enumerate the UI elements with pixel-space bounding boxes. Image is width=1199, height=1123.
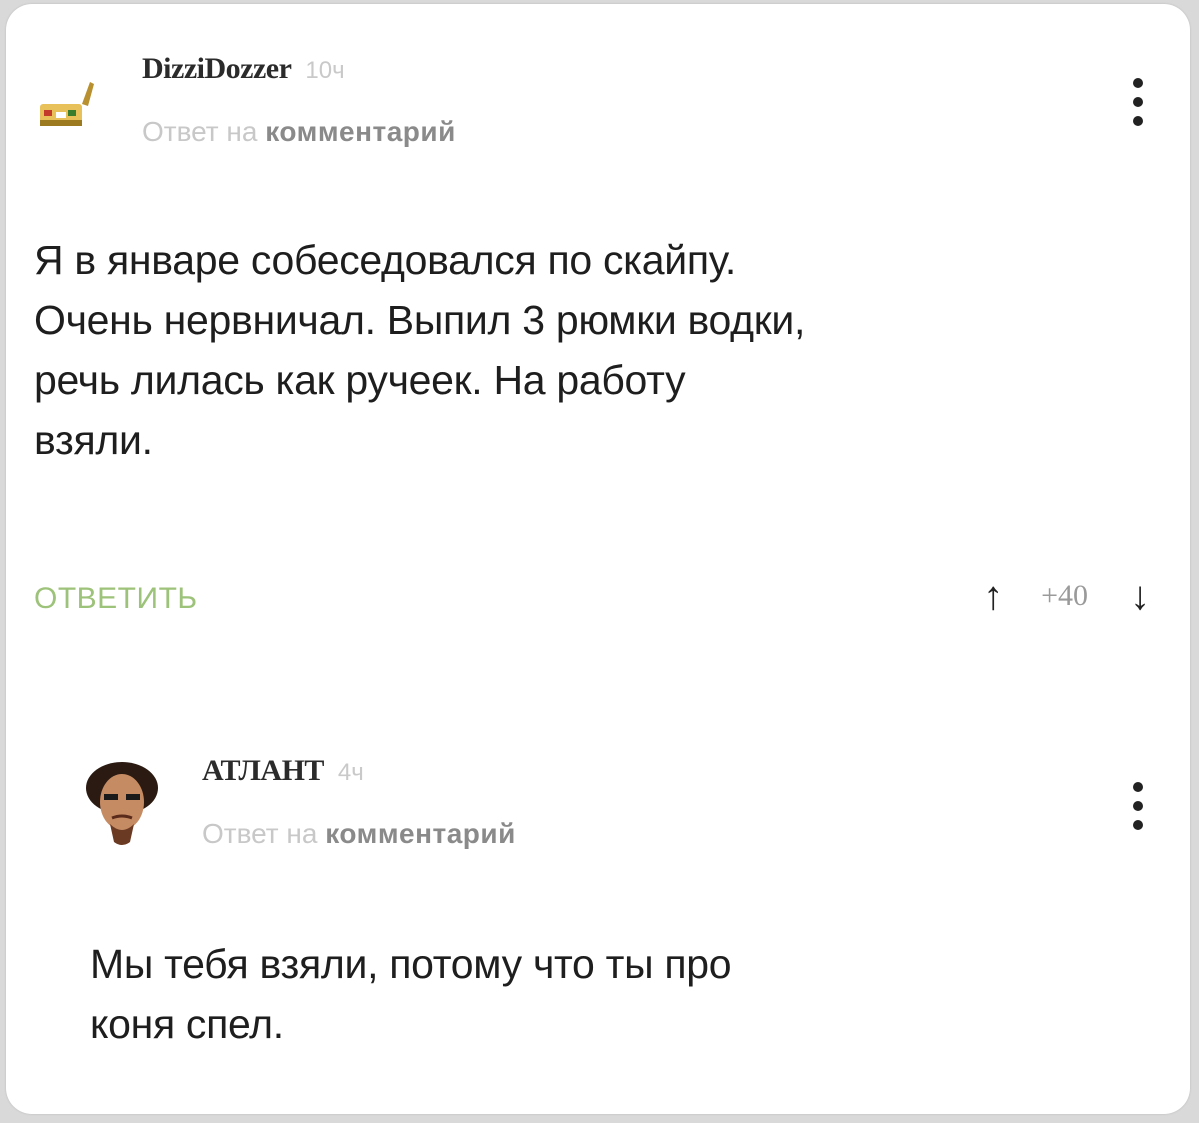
reply-target-link[interactable]: комментарий	[265, 116, 456, 147]
author-name[interactable]: АТЛАНТ	[202, 754, 324, 788]
downvote-icon[interactable]: ↓	[1130, 576, 1150, 616]
comments-card: DizziDozzer 10ч Ответ на комментарий Я в…	[6, 4, 1190, 1114]
timestamp: 10ч	[305, 57, 345, 84]
comment-text: Я в январе собеседовался по скайпу. Очен…	[34, 230, 1154, 470]
vote-controls: ↑ +40 ↓	[983, 576, 1150, 616]
comment-line: Очень нервничал. Выпил 3 рюмки водки,	[34, 297, 806, 343]
reply-prefix: Ответ на	[142, 116, 258, 147]
comment-header: DizziDozzer 10ч Ответ на комментарий	[142, 52, 456, 148]
more-options-icon[interactable]	[1132, 782, 1144, 830]
comment-header: АТЛАНТ 4ч Ответ на комментарий	[202, 754, 516, 850]
more-options-icon[interactable]	[1132, 78, 1144, 126]
comment-line: речь лилась как ручеек. На работу	[34, 357, 686, 403]
timestamp: 4ч	[337, 759, 364, 786]
comment-footer: ОТВЕТИТЬ ↑ +40 ↓	[34, 576, 1150, 632]
comment: DizziDozzer 10ч Ответ на комментарий Я в…	[6, 4, 1190, 644]
author-name[interactable]: DizziDozzer	[142, 52, 292, 86]
comment-text: Мы тебя взяли, потому что ты про коня сп…	[90, 934, 1150, 1054]
reply-button[interactable]: ОТВЕТИТЬ	[34, 582, 198, 616]
comment: АТЛАНТ 4ч Ответ на комментарий Мы тебя в…	[6, 734, 1190, 1114]
comment-line: Я в январе собеседовался по скайпу.	[34, 237, 736, 283]
vote-score: +40	[1041, 579, 1088, 612]
reply-prefix: Ответ на	[202, 818, 318, 849]
face-avatar-icon[interactable]	[82, 756, 162, 852]
reply-target-link[interactable]: комментарий	[325, 818, 516, 849]
comment-line: взяли.	[34, 417, 153, 463]
cat-avatar-icon[interactable]	[34, 74, 104, 134]
comment-line: коня спел.	[90, 1001, 284, 1047]
reply-context: Ответ на комментарий	[202, 818, 516, 850]
upvote-icon[interactable]: ↑	[983, 576, 1003, 616]
reply-context: Ответ на комментарий	[142, 116, 456, 148]
comment-line: Мы тебя взяли, потому что ты про	[90, 941, 732, 987]
